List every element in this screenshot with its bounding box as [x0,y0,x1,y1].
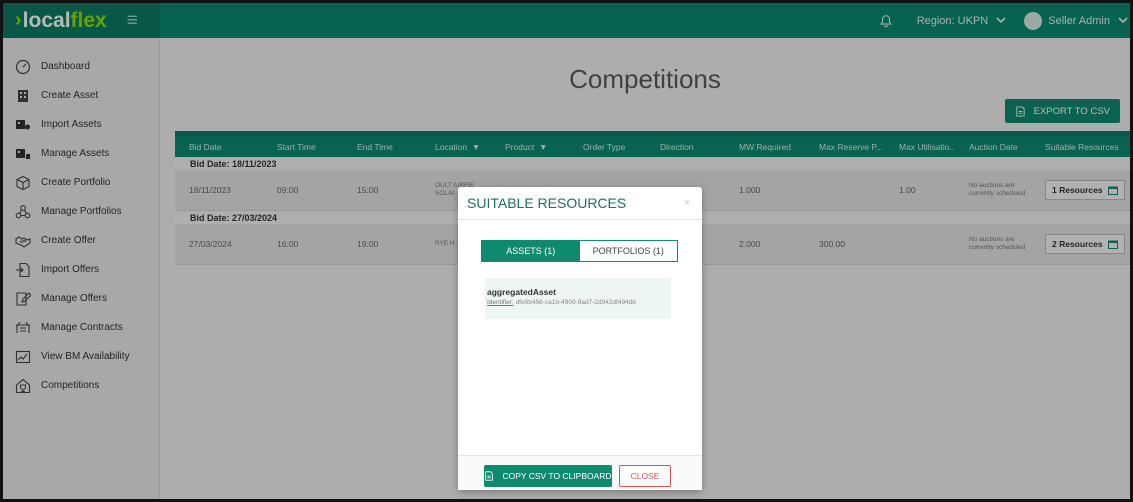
modal-title: SUITABLE RESOURCES [467,195,627,211]
resource-type-tabs: ASSETS (1) PORTFOLIOS (1) [481,240,678,262]
document-icon [485,471,494,481]
modal-footer: COPY CSV TO CLIPBOARD CLOSE [458,455,702,490]
copy-csv-button[interactable]: COPY CSV TO CLIPBOARD [484,465,612,487]
suitable-resources-modal: SUITABLE RESOURCES × ASSETS (1) PORTFOLI… [458,187,702,490]
asset-list-item[interactable]: aggregatedAsset Identifier: dfe9b456-ca1… [485,278,671,319]
tab-portfolios[interactable]: PORTFOLIOS (1) [579,241,677,261]
close-button[interactable]: CLOSE [619,465,671,487]
identifier-value: dfe9b456-ca1b-4909-9ad7-2d942df494db [515,299,636,306]
asset-identifier: Identifier: dfe9b456-ca1b-4909-9ad7-2d94… [487,299,671,306]
app-window: › local flex ≡ Region: UKPN Seller Admin… [0,0,1133,502]
copy-csv-label: COPY CSV TO CLIPBOARD [502,471,612,481]
close-icon[interactable]: × [684,197,690,209]
tab-assets[interactable]: ASSETS (1) [482,241,580,261]
modal-header: SUITABLE RESOURCES × [458,187,702,220]
asset-name: aggregatedAsset [487,287,556,297]
identifier-label: Identifier: [487,299,514,306]
